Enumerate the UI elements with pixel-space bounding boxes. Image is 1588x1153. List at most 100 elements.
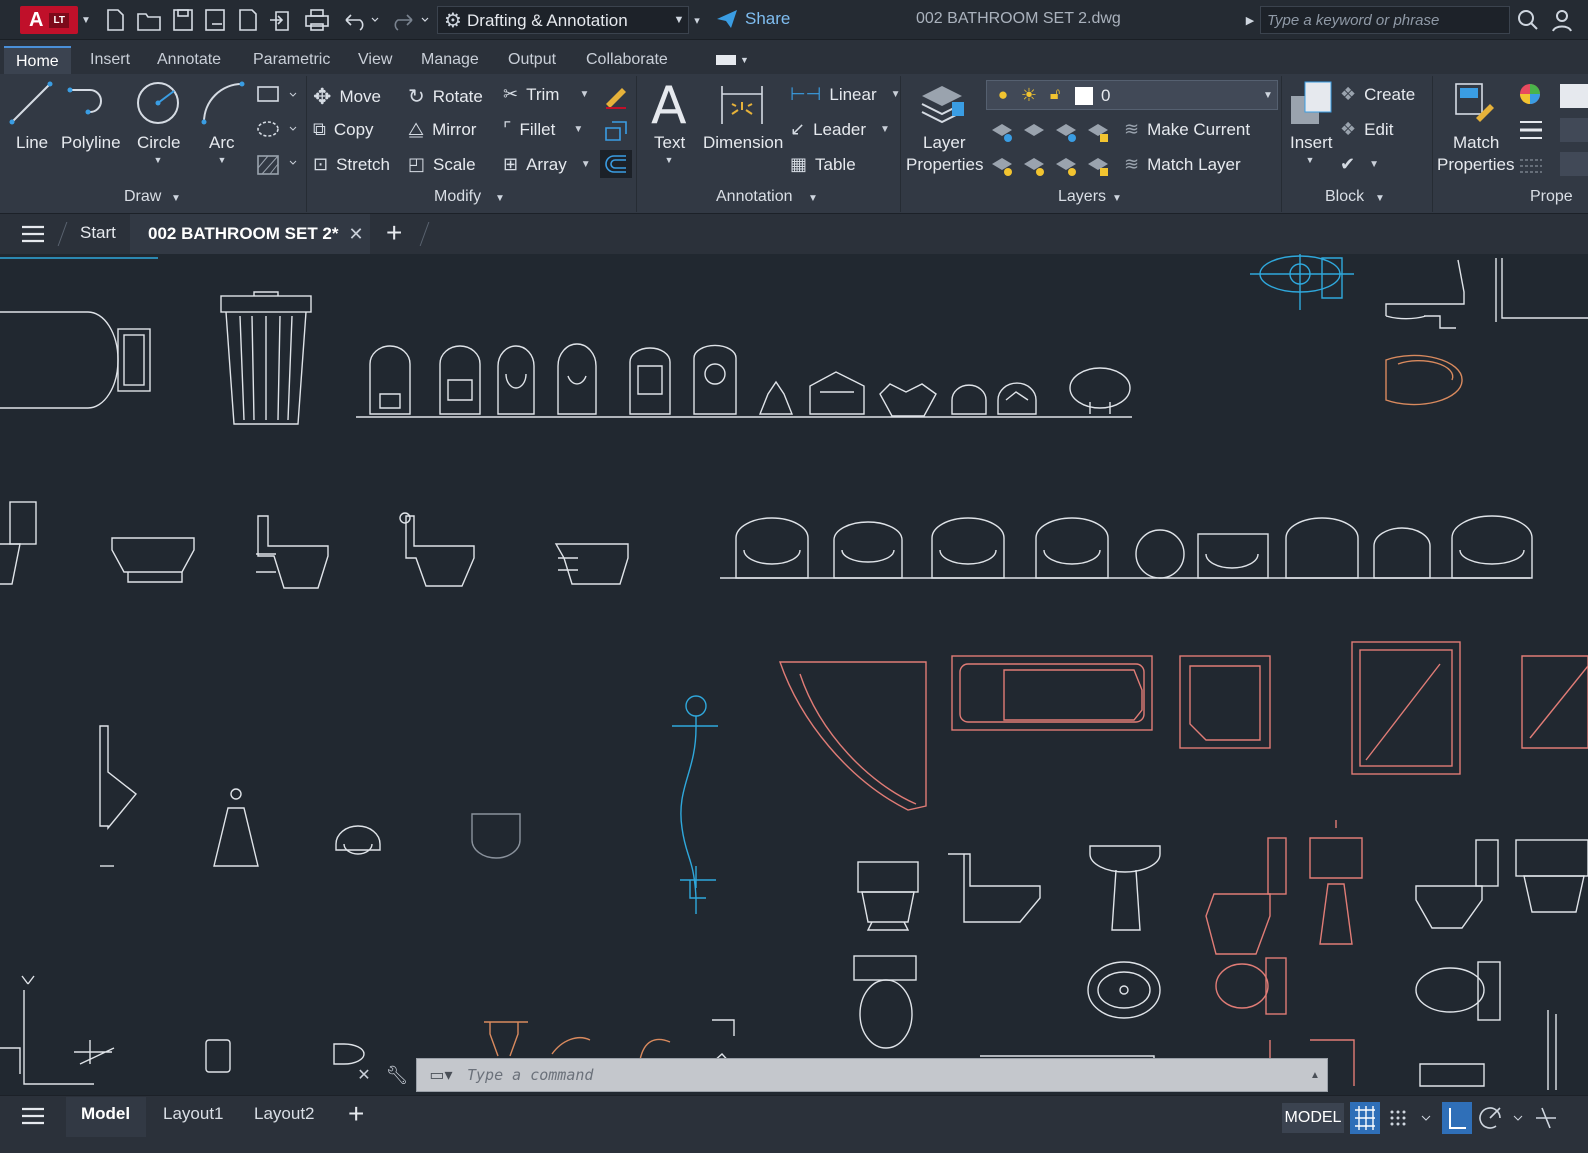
chevron-down-icon[interactable]: ▼: [880, 124, 890, 135]
layout-menu-icon[interactable]: [20, 1104, 46, 1128]
table-button[interactable]: ▦ Table: [790, 154, 856, 175]
match-properties-label-1[interactable]: Match: [1453, 133, 1499, 153]
linear-button[interactable]: ⊢⊣ Linear ▼: [790, 84, 901, 105]
annotation-panel-chevron-icon[interactable]: ▼: [806, 191, 820, 205]
scale-button[interactable]: ◰ Scale: [408, 154, 476, 175]
insert-button-label[interactable]: Insert: [1290, 133, 1333, 153]
command-input[interactable]: Type a command: [467, 1066, 593, 1084]
tab-insert[interactable]: Insert: [78, 46, 142, 74]
circle-dropdown-icon[interactable]: ▼: [151, 153, 165, 167]
circle-icon[interactable]: [135, 80, 181, 126]
layout1-tab[interactable]: Layout1: [163, 1104, 224, 1124]
block-panel-chevron-icon[interactable]: ▼: [1373, 191, 1387, 205]
customize-command-wrench-icon[interactable]: 🔧︎: [386, 1064, 409, 1086]
start-tab[interactable]: Start: [80, 223, 116, 243]
arc-icon[interactable]: [200, 80, 246, 126]
text-tool-icon[interactable]: A: [651, 76, 687, 136]
block-attribute-button[interactable]: ✔ ▼: [1340, 154, 1379, 175]
layer-properties-icon[interactable]: [918, 80, 968, 130]
copy-button[interactable]: ⧉ Copy: [313, 119, 374, 140]
layer-tool-icons[interactable]: [988, 116, 1120, 182]
ribbon-display-toggle[interactable]: ▼: [716, 53, 752, 67]
make-current-button[interactable]: ≋ Make Current: [1124, 119, 1250, 140]
chevron-down-icon[interactable]: ▼: [573, 124, 583, 135]
drawing-canvas[interactable]: [0, 254, 1588, 1090]
tab-view[interactable]: View: [346, 46, 404, 74]
tab-annotate[interactable]: Annotate: [145, 46, 233, 74]
command-line[interactable]: ▭▾ Type a command ▲: [416, 1058, 1328, 1092]
match-properties-icon[interactable]: [1452, 80, 1498, 128]
chevron-down-icon: ▼: [1369, 159, 1379, 170]
rotate-button[interactable]: ↻ Rotate: [408, 84, 483, 109]
create-block-button[interactable]: ❖ Create: [1340, 84, 1415, 105]
layer-properties-label-2[interactable]: Properties: [906, 155, 983, 175]
tab-manage[interactable]: Manage: [409, 46, 491, 74]
layout2-tab[interactable]: Layout2: [254, 1104, 315, 1124]
edit-block-button[interactable]: ❖ Edit: [1340, 119, 1393, 140]
tab-home[interactable]: Home: [4, 46, 71, 74]
modify-extra-icons[interactable]: [600, 82, 632, 182]
close-command-icon[interactable]: ✕: [356, 1066, 372, 1084]
line-button-label[interactable]: Line: [16, 133, 48, 153]
modify-panel-chevron-icon[interactable]: ▼: [493, 191, 507, 205]
layer-dropdown[interactable]: ● ☀ 🔓︎ 0 ▼: [986, 80, 1278, 110]
search-expand-arrow-icon[interactable]: ▶: [1244, 10, 1256, 30]
insert-dropdown-icon[interactable]: ▼: [1303, 153, 1317, 167]
dimension-icon[interactable]: [718, 80, 766, 128]
tab-collaborate[interactable]: Collaborate: [574, 46, 680, 74]
chevron-down-icon[interactable]: ▼: [581, 159, 591, 170]
arc-dropdown-icon[interactable]: ▼: [215, 153, 229, 167]
text-dropdown-icon[interactable]: ▼: [662, 153, 676, 167]
model-space-button[interactable]: MODEL: [1282, 1103, 1344, 1133]
status-toggles[interactable]: [1350, 1102, 1588, 1134]
insert-block-icon[interactable]: [1287, 78, 1335, 130]
stretch-button[interactable]: ⊡ Stretch: [313, 154, 390, 175]
mirror-button[interactable]: ⧋ Mirror: [408, 119, 476, 140]
search-input[interactable]: Type a keyword or phrase: [1260, 6, 1510, 34]
move-button[interactable]: ✥ Move: [313, 84, 381, 110]
share-button[interactable]: Share: [715, 8, 790, 30]
search-icon[interactable]: [1516, 8, 1540, 32]
text-button-label[interactable]: Text: [654, 133, 685, 153]
tab-output[interactable]: Output: [496, 46, 568, 74]
command-prompt-icon[interactable]: ▭▾: [423, 1065, 459, 1085]
make-current-label: Make Current: [1147, 119, 1251, 139]
add-layout-icon[interactable]: +: [348, 1098, 364, 1130]
annotation-panel-label[interactable]: Annotation: [716, 188, 793, 206]
match-properties-label-2[interactable]: Properties: [1437, 155, 1514, 175]
arc-button-label[interactable]: Arc: [209, 133, 235, 153]
layer-properties-label-1[interactable]: Layer: [923, 133, 966, 153]
modify-panel-label[interactable]: Modify: [434, 188, 481, 206]
chevron-down-icon[interactable]: ▼: [579, 89, 589, 100]
polyline-icon[interactable]: [66, 80, 116, 126]
line-icon[interactable]: [8, 80, 54, 126]
draw-small-tools[interactable]: [254, 82, 302, 182]
close-tab-icon[interactable]: ✕: [349, 224, 364, 245]
toilet-side-row: [0, 501, 629, 589]
fillet-button[interactable]: ⌜ Fillet ▼: [503, 119, 583, 140]
match-layer-button[interactable]: ≋ Match Layer: [1124, 154, 1241, 175]
command-history-icon[interactable]: ▲: [1307, 1067, 1323, 1083]
properties-panel-label[interactable]: Prope: [1530, 188, 1573, 206]
draw-panel-label[interactable]: Draw: [124, 188, 161, 206]
block-panel-label[interactable]: Block: [1325, 188, 1364, 206]
hamburger-menu-icon[interactable]: [20, 222, 46, 246]
circle-button-label[interactable]: Circle: [137, 133, 180, 153]
active-drawing-tab[interactable]: 002 BATHROOM SET 2* ✕: [130, 214, 370, 254]
property-icons[interactable]: [1516, 80, 1588, 180]
workspace-selector[interactable]: ⚙ Drafting & Annotation ▼: [437, 6, 689, 34]
leader-button[interactable]: ↙ Leader ▼: [790, 119, 890, 140]
polyline-button-label[interactable]: Polyline: [61, 133, 121, 153]
trim-button[interactable]: ✂ Trim ▼: [503, 84, 589, 105]
dimension-button-label[interactable]: Dimension: [703, 133, 783, 153]
draw-panel-chevron-icon[interactable]: ▼: [169, 191, 183, 205]
app-logo[interactable]: A LT: [20, 6, 78, 34]
array-button[interactable]: ⊞ Array ▼: [503, 154, 591, 175]
user-icon[interactable]: [1550, 8, 1574, 32]
customize-toolbar-icon[interactable]: ▾: [690, 10, 704, 30]
tab-parametric[interactable]: Parametric: [241, 46, 342, 74]
new-tab-icon[interactable]: +: [386, 217, 402, 249]
app-menu-chevron-icon[interactable]: ▼: [80, 10, 92, 30]
layers-panel-chevron-icon[interactable]: ▼: [1110, 191, 1124, 205]
layers-panel-label[interactable]: Layers: [1058, 188, 1106, 206]
